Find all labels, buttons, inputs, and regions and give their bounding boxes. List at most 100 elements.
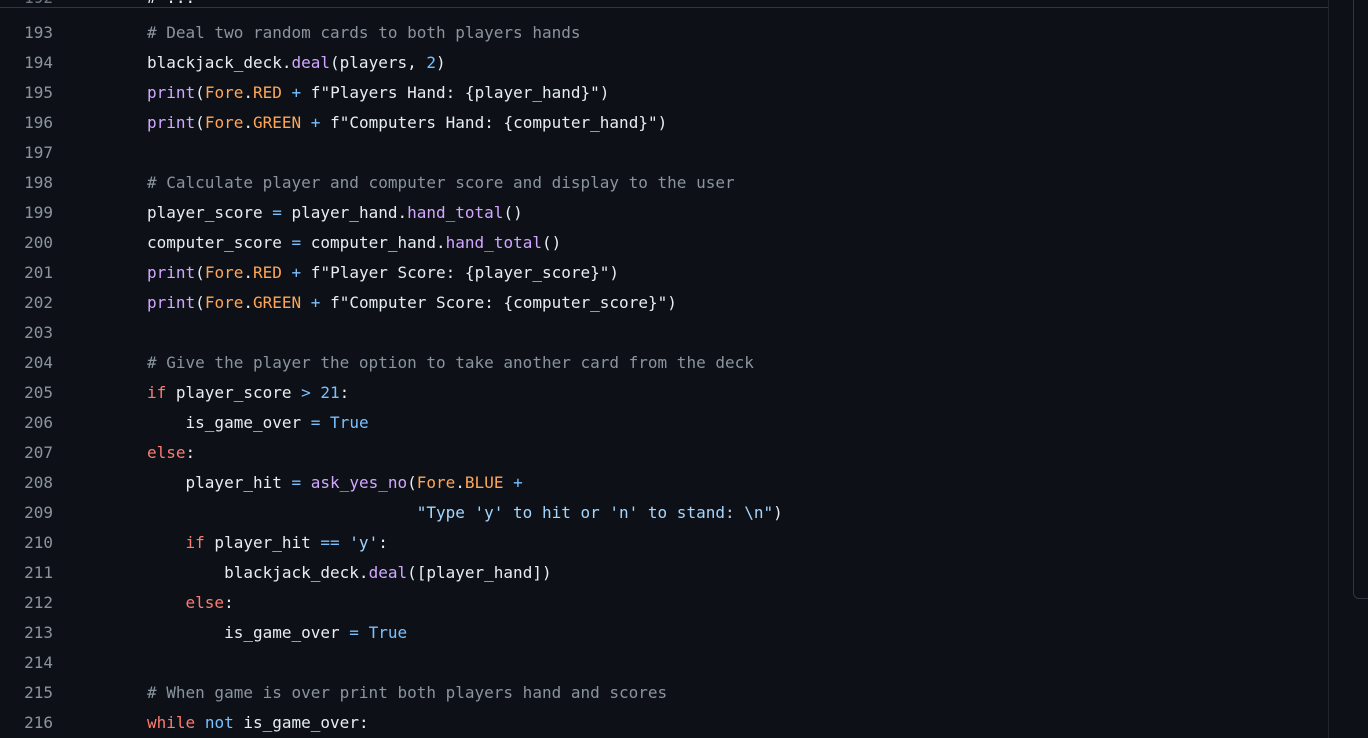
- code-token: .: [243, 293, 253, 312]
- code-token: (: [407, 473, 417, 492]
- code-token: deal: [291, 53, 331, 72]
- code-line: 203: [0, 318, 1328, 348]
- line-number[interactable]: 207: [0, 438, 53, 468]
- line-number[interactable]: 216: [0, 708, 53, 738]
- code-token: ask_yes_no: [310, 473, 408, 492]
- code-text: if player_score > 21:: [147, 378, 349, 408]
- code-token: True: [368, 623, 408, 642]
- scrollbar-thumb[interactable]: [1353, 0, 1368, 599]
- code-line: 207 else:: [0, 438, 1328, 468]
- code-token: if: [147, 383, 167, 402]
- code-token: GREEN: [252, 113, 302, 132]
- right-panel: [1329, 0, 1368, 738]
- code-token: hand_total: [407, 203, 504, 222]
- code-text: print(Fore.RED + f"Player Score: {player…: [147, 258, 619, 288]
- code-token: Fore: [204, 113, 244, 132]
- code-token: is_game_over: [147, 413, 311, 432]
- line-number[interactable]: 210: [0, 528, 53, 558]
- code-text: "Type 'y' to hit or 'n' to stand: \n"): [147, 498, 783, 528]
- code-line: 216 while not is_game_over:: [0, 708, 1328, 738]
- code-token: (: [195, 113, 205, 132]
- code-token: "Type 'y' to hit or 'n' to stand: \n": [416, 503, 774, 522]
- code-line: 196 print(Fore.GREEN + f"Computers Hand: …: [0, 108, 1328, 138]
- code-text: print(Fore.RED + f"Players Hand: {player…: [147, 78, 609, 108]
- code-token: (: [195, 83, 205, 102]
- line-number[interactable]: 202: [0, 288, 53, 318]
- code-line: 198 # Calculate player and computer score…: [0, 168, 1328, 198]
- code-token: >: [301, 383, 311, 402]
- code-token: =: [310, 413, 321, 432]
- line-number[interactable]: 200: [0, 228, 53, 258]
- code-token: :: [185, 443, 196, 462]
- code-text: is_game_over = True: [147, 618, 407, 648]
- code-token: f"Player Score: {player_score}"): [301, 263, 620, 282]
- code-token: +: [310, 113, 321, 132]
- code-token: else: [147, 443, 186, 462]
- line-number[interactable]: 211: [0, 558, 53, 588]
- line-number[interactable]: 203: [0, 318, 53, 348]
- code-token: =: [291, 473, 302, 492]
- line-number[interactable]: 193: [0, 18, 53, 48]
- code-text: # Calculate player and computer score an…: [147, 168, 735, 198]
- code-token: BLUE: [464, 473, 504, 492]
- code-text: print(Fore.GREEN + f"Computers Hand: {co…: [147, 108, 667, 138]
- code-line: 202 print(Fore.GREEN + f"Computer Score: …: [0, 288, 1328, 318]
- line-number[interactable]: 215: [0, 678, 53, 708]
- code-token: deal: [368, 563, 408, 582]
- code-token: Fore: [204, 83, 244, 102]
- code-token: ([player_hand]): [407, 563, 552, 582]
- code-token: +: [291, 263, 302, 282]
- code-text: else:: [147, 438, 195, 468]
- code-line: 206 is_game_over = True: [0, 408, 1328, 438]
- line-number[interactable]: 205: [0, 378, 53, 408]
- line-number[interactable]: 195: [0, 78, 53, 108]
- code-text: player_hit = ask_yes_no(Fore.BLUE +: [147, 468, 523, 498]
- line-number[interactable]: 204: [0, 348, 53, 378]
- code-token: 'y': [349, 533, 379, 552]
- code-token: else: [147, 593, 225, 612]
- code-token: player_score: [166, 383, 302, 402]
- code-token: player_score: [147, 203, 273, 222]
- line-number[interactable]: 214: [0, 648, 53, 678]
- line-number[interactable]: 213: [0, 618, 53, 648]
- line-number[interactable]: 194: [0, 48, 53, 78]
- line-number[interactable]: 196: [0, 108, 53, 138]
- code-line: 199 player_score = player_hand.hand_total…: [0, 198, 1328, 228]
- code-text: else:: [147, 588, 234, 618]
- line-number: 192: [0, 0, 53, 7]
- code-token: :: [224, 593, 234, 612]
- code-text: # When game is over print both players h…: [147, 678, 667, 708]
- line-number[interactable]: 208: [0, 468, 53, 498]
- code-token: # Calculate player and computer score an…: [147, 173, 735, 192]
- line-number[interactable]: 199: [0, 198, 53, 228]
- code-token: # When game is over print both players h…: [147, 683, 668, 702]
- code-line: 213 is_game_over = True: [0, 618, 1328, 648]
- line-number[interactable]: 212: [0, 588, 53, 618]
- code-token: if: [147, 533, 205, 552]
- line-number[interactable]: 197: [0, 138, 53, 168]
- code-line: 212 else:: [0, 588, 1328, 618]
- code-token: print: [147, 293, 196, 312]
- code-token: True: [330, 413, 369, 432]
- code-token: Fore: [416, 473, 456, 492]
- code-token: f"Computer Score: {computer_score}"): [320, 293, 677, 312]
- code-token: (: [195, 263, 205, 282]
- code-token: =: [272, 203, 282, 222]
- code-line: 193 # Deal two random cards to both playe…: [0, 18, 1328, 48]
- code-line: 211 blackjack_deck.deal([player_hand]): [0, 558, 1328, 588]
- code-line: 208 player_hit = ask_yes_no(Fore.BLUE +: [0, 468, 1328, 498]
- line-number[interactable]: 209: [0, 498, 53, 528]
- line-number[interactable]: 198: [0, 168, 53, 198]
- line-number[interactable]: 201: [0, 258, 53, 288]
- code-text: print(Fore.GREEN + f"Computer Score: {co…: [147, 288, 677, 318]
- code-token: ==: [320, 533, 340, 552]
- code-token: # Deal two random cards to both players …: [147, 23, 581, 42]
- code-token: RED: [252, 83, 282, 102]
- line-number[interactable]: 206: [0, 408, 53, 438]
- scrollbar-track[interactable]: [1352, 0, 1368, 738]
